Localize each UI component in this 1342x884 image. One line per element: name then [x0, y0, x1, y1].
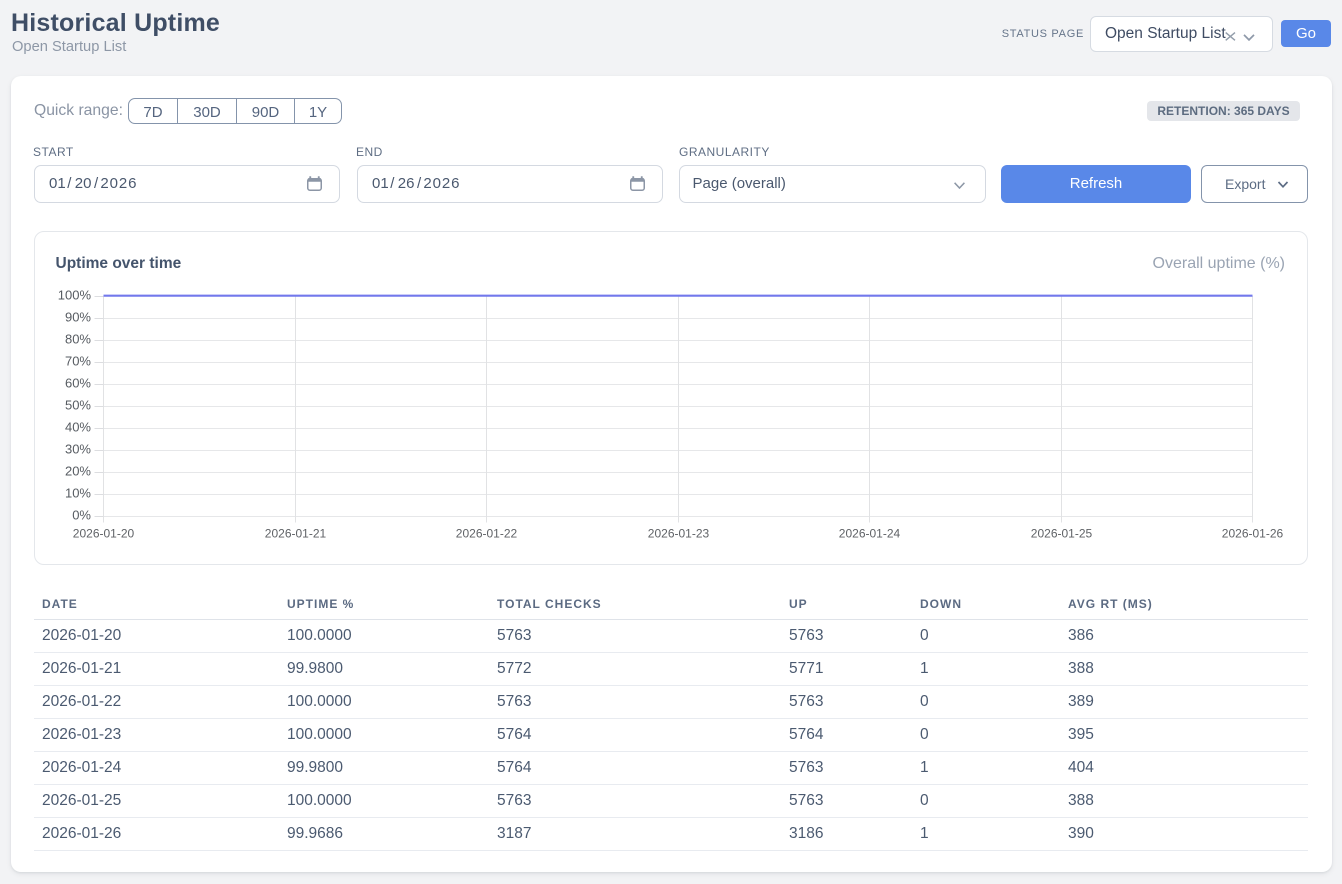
- svg-text:40%: 40%: [65, 420, 91, 435]
- svg-text:2026-01-25: 2026-01-25: [1031, 527, 1093, 541]
- svg-text:2026-01-23: 2026-01-23: [648, 527, 710, 541]
- svg-text:2026-01-21: 2026-01-21: [265, 527, 327, 541]
- svg-text:10%: 10%: [65, 486, 91, 501]
- svg-text:2026-01-26: 2026-01-26: [1222, 527, 1284, 541]
- svg-text:2026-01-22: 2026-01-22: [456, 527, 518, 541]
- svg-text:30%: 30%: [65, 442, 91, 457]
- svg-text:2026-01-24: 2026-01-24: [839, 527, 901, 541]
- svg-text:0%: 0%: [72, 508, 91, 523]
- svg-text:70%: 70%: [65, 354, 91, 369]
- svg-text:2026-01-20: 2026-01-20: [73, 527, 135, 541]
- svg-text:80%: 80%: [65, 332, 91, 347]
- svg-text:50%: 50%: [65, 398, 91, 413]
- svg-text:90%: 90%: [65, 310, 91, 325]
- svg-text:100%: 100%: [58, 288, 92, 303]
- svg-text:60%: 60%: [65, 376, 91, 391]
- svg-text:20%: 20%: [65, 464, 91, 479]
